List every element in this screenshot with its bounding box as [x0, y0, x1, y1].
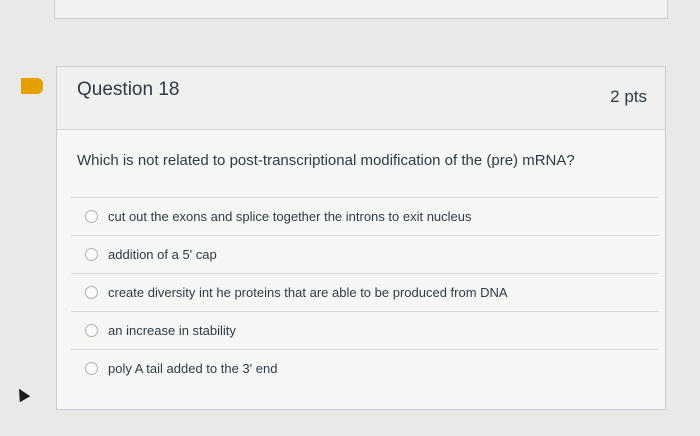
question-card: Question 18 2 pts Which is not related t… [56, 66, 666, 410]
radio-button[interactable] [85, 324, 98, 337]
answer-option-4[interactable]: an increase in stability [71, 311, 659, 349]
answer-option-3[interactable]: create diversity int he proteins that ar… [71, 273, 659, 311]
previous-question-card [54, 0, 668, 19]
flag-icon[interactable] [21, 78, 43, 94]
question-text: Which is not related to post-transcripti… [77, 152, 575, 169]
mouse-pointer-icon [13, 385, 31, 403]
answer-option-1[interactable]: cut out the exons and splice together th… [71, 197, 659, 235]
question-header: Question 18 2 pts [57, 67, 665, 130]
answer-list: cut out the exons and splice together th… [71, 197, 659, 387]
radio-button[interactable] [85, 210, 98, 223]
radio-button[interactable] [85, 286, 98, 299]
radio-button[interactable] [85, 362, 98, 375]
answer-label: an increase in stability [108, 323, 236, 338]
question-title: Question 18 [77, 79, 180, 100]
radio-button[interactable] [85, 248, 98, 261]
answer-option-5[interactable]: poly A tail added to the 3' end [71, 349, 659, 387]
answer-label: poly A tail added to the 3' end [108, 361, 278, 376]
answer-option-2[interactable]: addition of a 5' cap [71, 235, 659, 273]
answer-label: addition of a 5' cap [108, 247, 217, 262]
question-points: 2 pts [610, 87, 647, 106]
answer-label: cut out the exons and splice together th… [108, 209, 472, 224]
answer-label: create diversity int he proteins that ar… [108, 285, 508, 300]
